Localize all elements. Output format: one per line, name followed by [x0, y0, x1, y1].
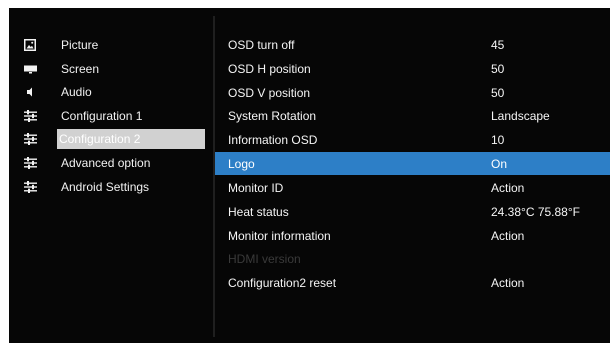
sidebar-item-label: Advanced option	[61, 155, 151, 170]
sidebar-item-advanced-option[interactable]: Advanced option	[20, 151, 206, 174]
sidebar-item-configuration-2[interactable]: Configuration 2	[20, 127, 206, 150]
sidebar-item-label: Picture	[61, 37, 99, 52]
setting-name: OSD H position	[228, 61, 311, 76]
setting-value: 10	[491, 132, 505, 147]
setting-value: 50	[491, 61, 505, 76]
sliders-icon	[23, 156, 37, 170]
setting-row-hdmi-version: HDMI version	[215, 247, 610, 270]
sidebar-item-audio[interactable]: Audio	[20, 80, 206, 103]
picture-icon	[23, 38, 37, 52]
setting-row-configuration2-reset[interactable]: Configuration2 reset Action	[215, 271, 610, 294]
sidebar-item-label: Audio	[61, 84, 92, 99]
setting-value: Action	[491, 275, 525, 290]
setting-name: Logo	[228, 156, 255, 171]
setting-value: On	[491, 156, 508, 171]
setting-value: Landscape	[491, 108, 550, 123]
setting-value: Action	[491, 180, 525, 195]
sidebar-item-android-settings[interactable]: Android Settings	[20, 175, 206, 198]
sidebar-item-label: Configuration 2	[57, 128, 205, 149]
setting-row-logo[interactable]: Logo On	[215, 152, 610, 175]
setting-value: 24.38°C 75.88°F	[491, 204, 580, 219]
speaker-icon	[23, 85, 37, 99]
setting-name: Heat status	[228, 204, 289, 219]
setting-name: Information OSD	[228, 132, 318, 147]
sidebar-item-configuration-1[interactable]: Configuration 1	[20, 104, 206, 127]
setting-row-system-rotation[interactable]: System Rotation Landscape	[215, 104, 610, 127]
setting-name: HDMI version	[228, 251, 301, 266]
sidebar-item-label: Android Settings	[61, 179, 150, 194]
sliders-icon	[23, 180, 37, 194]
setting-name: OSD turn off	[228, 37, 295, 52]
setting-row-monitor-information[interactable]: Monitor information Action	[215, 224, 610, 247]
sidebar-menu: Picture Screen Audio Configuration 1 Con…	[9, 8, 213, 343]
sidebar-item-screen[interactable]: Screen	[20, 57, 206, 80]
settings-list: OSD turn off 45 OSD H position 50 OSD V …	[215, 8, 610, 343]
setting-row-heat-status[interactable]: Heat status 24.38°C 75.88°F	[215, 200, 610, 223]
setting-row-monitor-id[interactable]: Monitor ID Action	[215, 176, 610, 199]
osd-screen: Picture Screen Audio Configuration 1 Con…	[9, 8, 610, 343]
sidebar-item-picture[interactable]: Picture	[20, 33, 206, 56]
sliders-icon	[23, 132, 37, 146]
setting-row-osd-v-position[interactable]: OSD V position 50	[215, 81, 610, 104]
setting-row-osd-turn-off[interactable]: OSD turn off 45	[215, 33, 610, 56]
setting-name: System Rotation	[228, 108, 317, 123]
setting-value: 50	[491, 85, 505, 100]
setting-row-osd-h-position[interactable]: OSD H position 50	[215, 57, 610, 80]
setting-value: Action	[491, 228, 525, 243]
setting-name: Configuration2 reset	[228, 275, 337, 290]
sidebar-item-label: Configuration 1	[61, 108, 143, 123]
screen-icon	[23, 62, 37, 76]
setting-name: Monitor ID	[228, 180, 284, 195]
setting-row-information-osd[interactable]: Information OSD 10	[215, 128, 610, 151]
setting-name: Monitor information	[228, 228, 331, 243]
setting-name: OSD V position	[228, 85, 311, 100]
setting-value: 45	[491, 37, 505, 52]
sidebar-item-label: Screen	[61, 61, 100, 76]
sliders-icon	[23, 109, 37, 123]
